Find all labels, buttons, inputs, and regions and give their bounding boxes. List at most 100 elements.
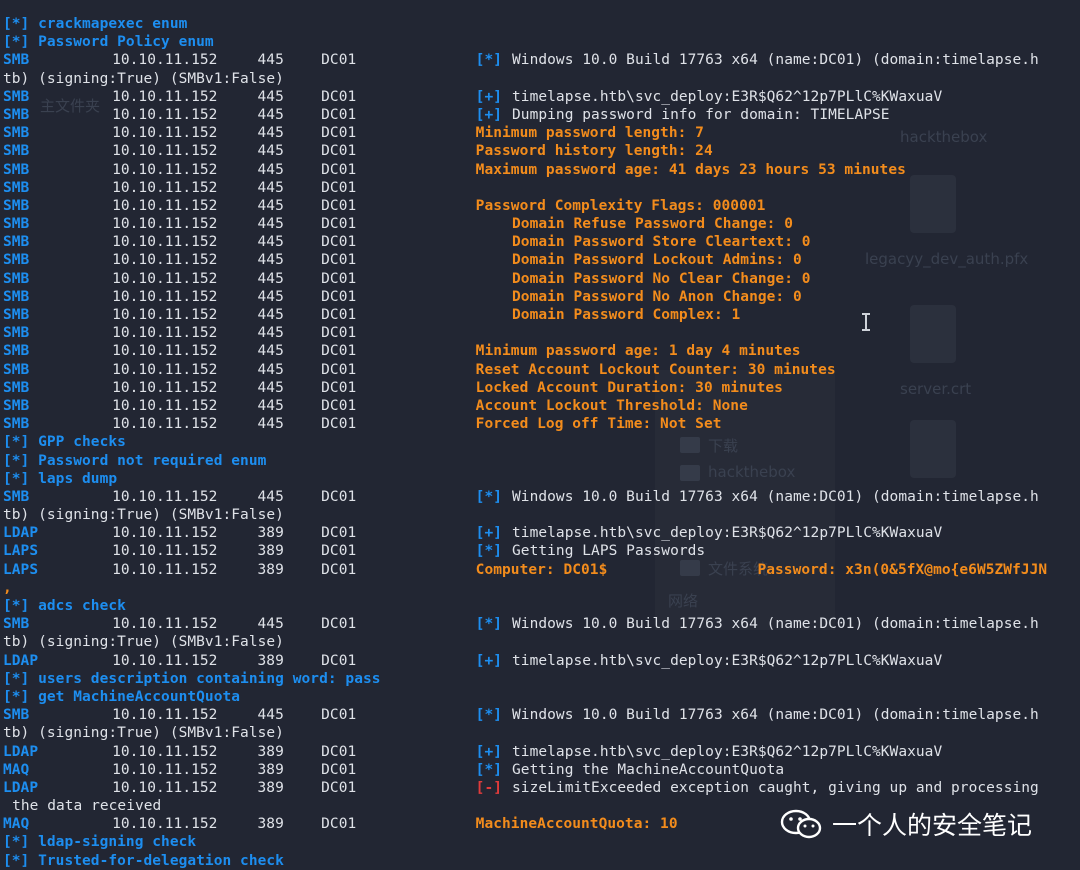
- terminal-text: DC01: [321, 379, 357, 396]
- terminal-text: DC01: [321, 816, 357, 833]
- terminal-text: DC01: [321, 779, 357, 796]
- terminal-text: 389: [257, 543, 284, 560]
- terminal-text: Dumping password info for domain: TIMELA…: [512, 106, 890, 123]
- terminal-text: 10.10.11.152: [112, 779, 218, 796]
- terminal-text: MAQ: [3, 761, 30, 778]
- terminal-text: ,: [3, 579, 12, 596]
- terminal-text: 10.10.11.152: [112, 88, 218, 105]
- terminal-text: [*]: [475, 488, 503, 505]
- terminal-text: 445: [257, 161, 284, 178]
- terminal-text: Maximum password age: 41 days 23 hours 5…: [475, 161, 906, 178]
- terminal-line: tb) (signing:True) (SMBv1:False): [3, 506, 1078, 524]
- terminal-text: LAPS: [3, 543, 39, 560]
- terminal-text: Reset Account Lockout Counter: 30 minute…: [475, 361, 836, 378]
- terminal-line: SMB 10.10.11.152 445 DC01 Domain Password No…: [3, 270, 1078, 288]
- terminal-text: DC01: [321, 652, 357, 669]
- terminal-line: SMB 10.10.11.152 445 DC01 Domain Password Co…: [3, 306, 1078, 324]
- terminal-text: LDAP: [3, 743, 39, 760]
- terminal-text: DC01: [321, 488, 357, 505]
- terminal-text: DC01: [321, 106, 357, 123]
- terminal-text: 445: [257, 88, 284, 105]
- terminal-text: tb) (signing:True) (SMBv1:False): [3, 70, 284, 87]
- terminal-text: Password: x3n(0&5fX@mo{e6W5ZWfJJN: [757, 561, 1048, 578]
- terminal-output[interactable]: [*] crackmapexec enum [*] Password Policy…: [3, 15, 1078, 870]
- terminal-text: Password history length: 24: [475, 143, 713, 160]
- terminal-text: SMB: [3, 288, 30, 305]
- terminal-text: the data received: [12, 798, 162, 815]
- terminal-text: [+]: [475, 652, 503, 669]
- terminal-text: 10.10.11.152: [112, 816, 218, 833]
- terminal-text: SMB: [3, 161, 30, 178]
- terminal-text: Windows 10.0 Build 17763 x64 (name:DC01)…: [512, 488, 1039, 505]
- terminal-text: DC01: [321, 52, 357, 69]
- terminal-text: SMB: [3, 234, 30, 251]
- terminal-text: 389: [257, 816, 284, 833]
- terminal-text: 10.10.11.152: [112, 216, 218, 233]
- terminal-text: DC01: [321, 397, 357, 414]
- terminal-text: 445: [257, 106, 284, 123]
- terminal-text: 10.10.11.152: [112, 707, 218, 724]
- terminal-text: DC01: [321, 743, 357, 760]
- terminal-text: 10.10.11.152: [112, 307, 218, 323]
- terminal-line: SMB 10.10.11.152 445 DC01 [+] Dumping passwor…: [3, 106, 1078, 124]
- terminal-text: Domain Password Complex: 1: [512, 307, 741, 323]
- terminal-text: [*] adcs check: [3, 598, 126, 614]
- terminal-line: SMB 10.10.11.152 445 DC01 Domain Password No…: [3, 288, 1078, 306]
- terminal-text: Domain Refuse Password Change: 0: [512, 216, 793, 233]
- terminal-text: Windows 10.0 Build 17763 x64 (name:DC01)…: [512, 707, 1039, 724]
- terminal-text: DC01: [321, 270, 357, 287]
- terminal-text: 445: [257, 288, 284, 305]
- terminal-text: 445: [257, 707, 284, 724]
- terminal-text: 10.10.11.152: [112, 125, 218, 142]
- terminal-text: SMB: [3, 707, 30, 724]
- terminal-text: [+]: [475, 743, 503, 760]
- terminal-text: 445: [257, 216, 284, 233]
- terminal-text: 445: [257, 197, 284, 214]
- terminal-line: SMB 10.10.11.152 445 DC01 [*] Windows 10.0 Bu…: [3, 51, 1078, 69]
- terminal-text: 445: [257, 379, 284, 396]
- terminal-text: DC01: [321, 143, 357, 160]
- terminal-line: SMB 10.10.11.152 445 DC01 [+] timelapse.htb\s…: [3, 88, 1078, 106]
- terminal-text: Getting LAPS Passwords: [512, 543, 706, 560]
- terminal-text: DC01: [321, 561, 357, 578]
- terminal-text: 389: [257, 779, 284, 796]
- terminal-text: DC01: [321, 361, 357, 378]
- terminal-text: 445: [257, 488, 284, 505]
- terminal-text: Getting the MachineAccountQuota: [512, 761, 785, 778]
- terminal-text: DC01: [321, 288, 357, 305]
- terminal-text: DC01: [321, 616, 357, 633]
- terminal-line: [*] Trusted-for-delegation check: [3, 852, 1078, 870]
- terminal-line: SMB 10.10.11.152 445 DC01 Domain Password Lo…: [3, 251, 1078, 269]
- terminal-text: Minimum password age: 1 day 4 minutes: [475, 343, 801, 360]
- terminal-text: Computer: DC01$: [475, 561, 608, 578]
- terminal-text: 10.10.11.152: [112, 416, 218, 433]
- terminal-text: timelapse.htb\svc_deploy:E3R$Q62^12p7PLl…: [512, 652, 943, 669]
- terminal-text: SMB: [3, 616, 30, 633]
- terminal-line: [*] Password not required enum: [3, 452, 1078, 470]
- terminal-line: SMB 10.10.11.152 445 DC01 [*] Windows 10.0 Bu…: [3, 488, 1078, 506]
- terminal-text: Password Complexity Flags: 000001: [475, 197, 766, 214]
- terminal-text: 10.10.11.152: [112, 397, 218, 414]
- terminal-line: [*] GPP checks: [3, 433, 1078, 451]
- terminal-text: 445: [257, 325, 284, 342]
- terminal-text: SMB: [3, 416, 30, 433]
- terminal-text: 10.10.11.152: [112, 616, 218, 633]
- terminal-text: [*]: [475, 761, 503, 778]
- terminal-text: [*] users description containing word: p…: [3, 670, 381, 687]
- terminal-text: 10.10.11.152: [112, 561, 218, 578]
- terminal-text: Domain Password Lockout Admins: 0: [512, 252, 802, 269]
- terminal-line: [*] laps dump: [3, 470, 1078, 488]
- terminal-line: SMB 10.10.11.152 445 DC01: [3, 179, 1078, 197]
- terminal-text: [+]: [475, 525, 503, 542]
- terminal-line: ,: [3, 579, 1078, 597]
- terminal-text: Domain Password No Anon Change: 0: [512, 288, 802, 305]
- terminal-text: [*] Password not required enum: [3, 452, 267, 469]
- terminal-text: timelapse.htb\svc_deploy:E3R$Q62^12p7PLl…: [512, 743, 943, 760]
- watermark: 一个人的安全笔记: [780, 804, 1032, 844]
- terminal-line: LDAP 10.10.11.152 389 DC01 [+] timelapse.htb\…: [3, 524, 1078, 542]
- terminal-text: [*] laps dump: [3, 470, 118, 487]
- terminal-line: [*] adcs check: [3, 597, 1078, 615]
- terminal-text: 10.10.11.152: [112, 288, 218, 305]
- terminal-line: SMB 10.10.11.152 445 DC01 Account Lockout Th…: [3, 397, 1078, 415]
- terminal-text: DC01: [321, 125, 357, 142]
